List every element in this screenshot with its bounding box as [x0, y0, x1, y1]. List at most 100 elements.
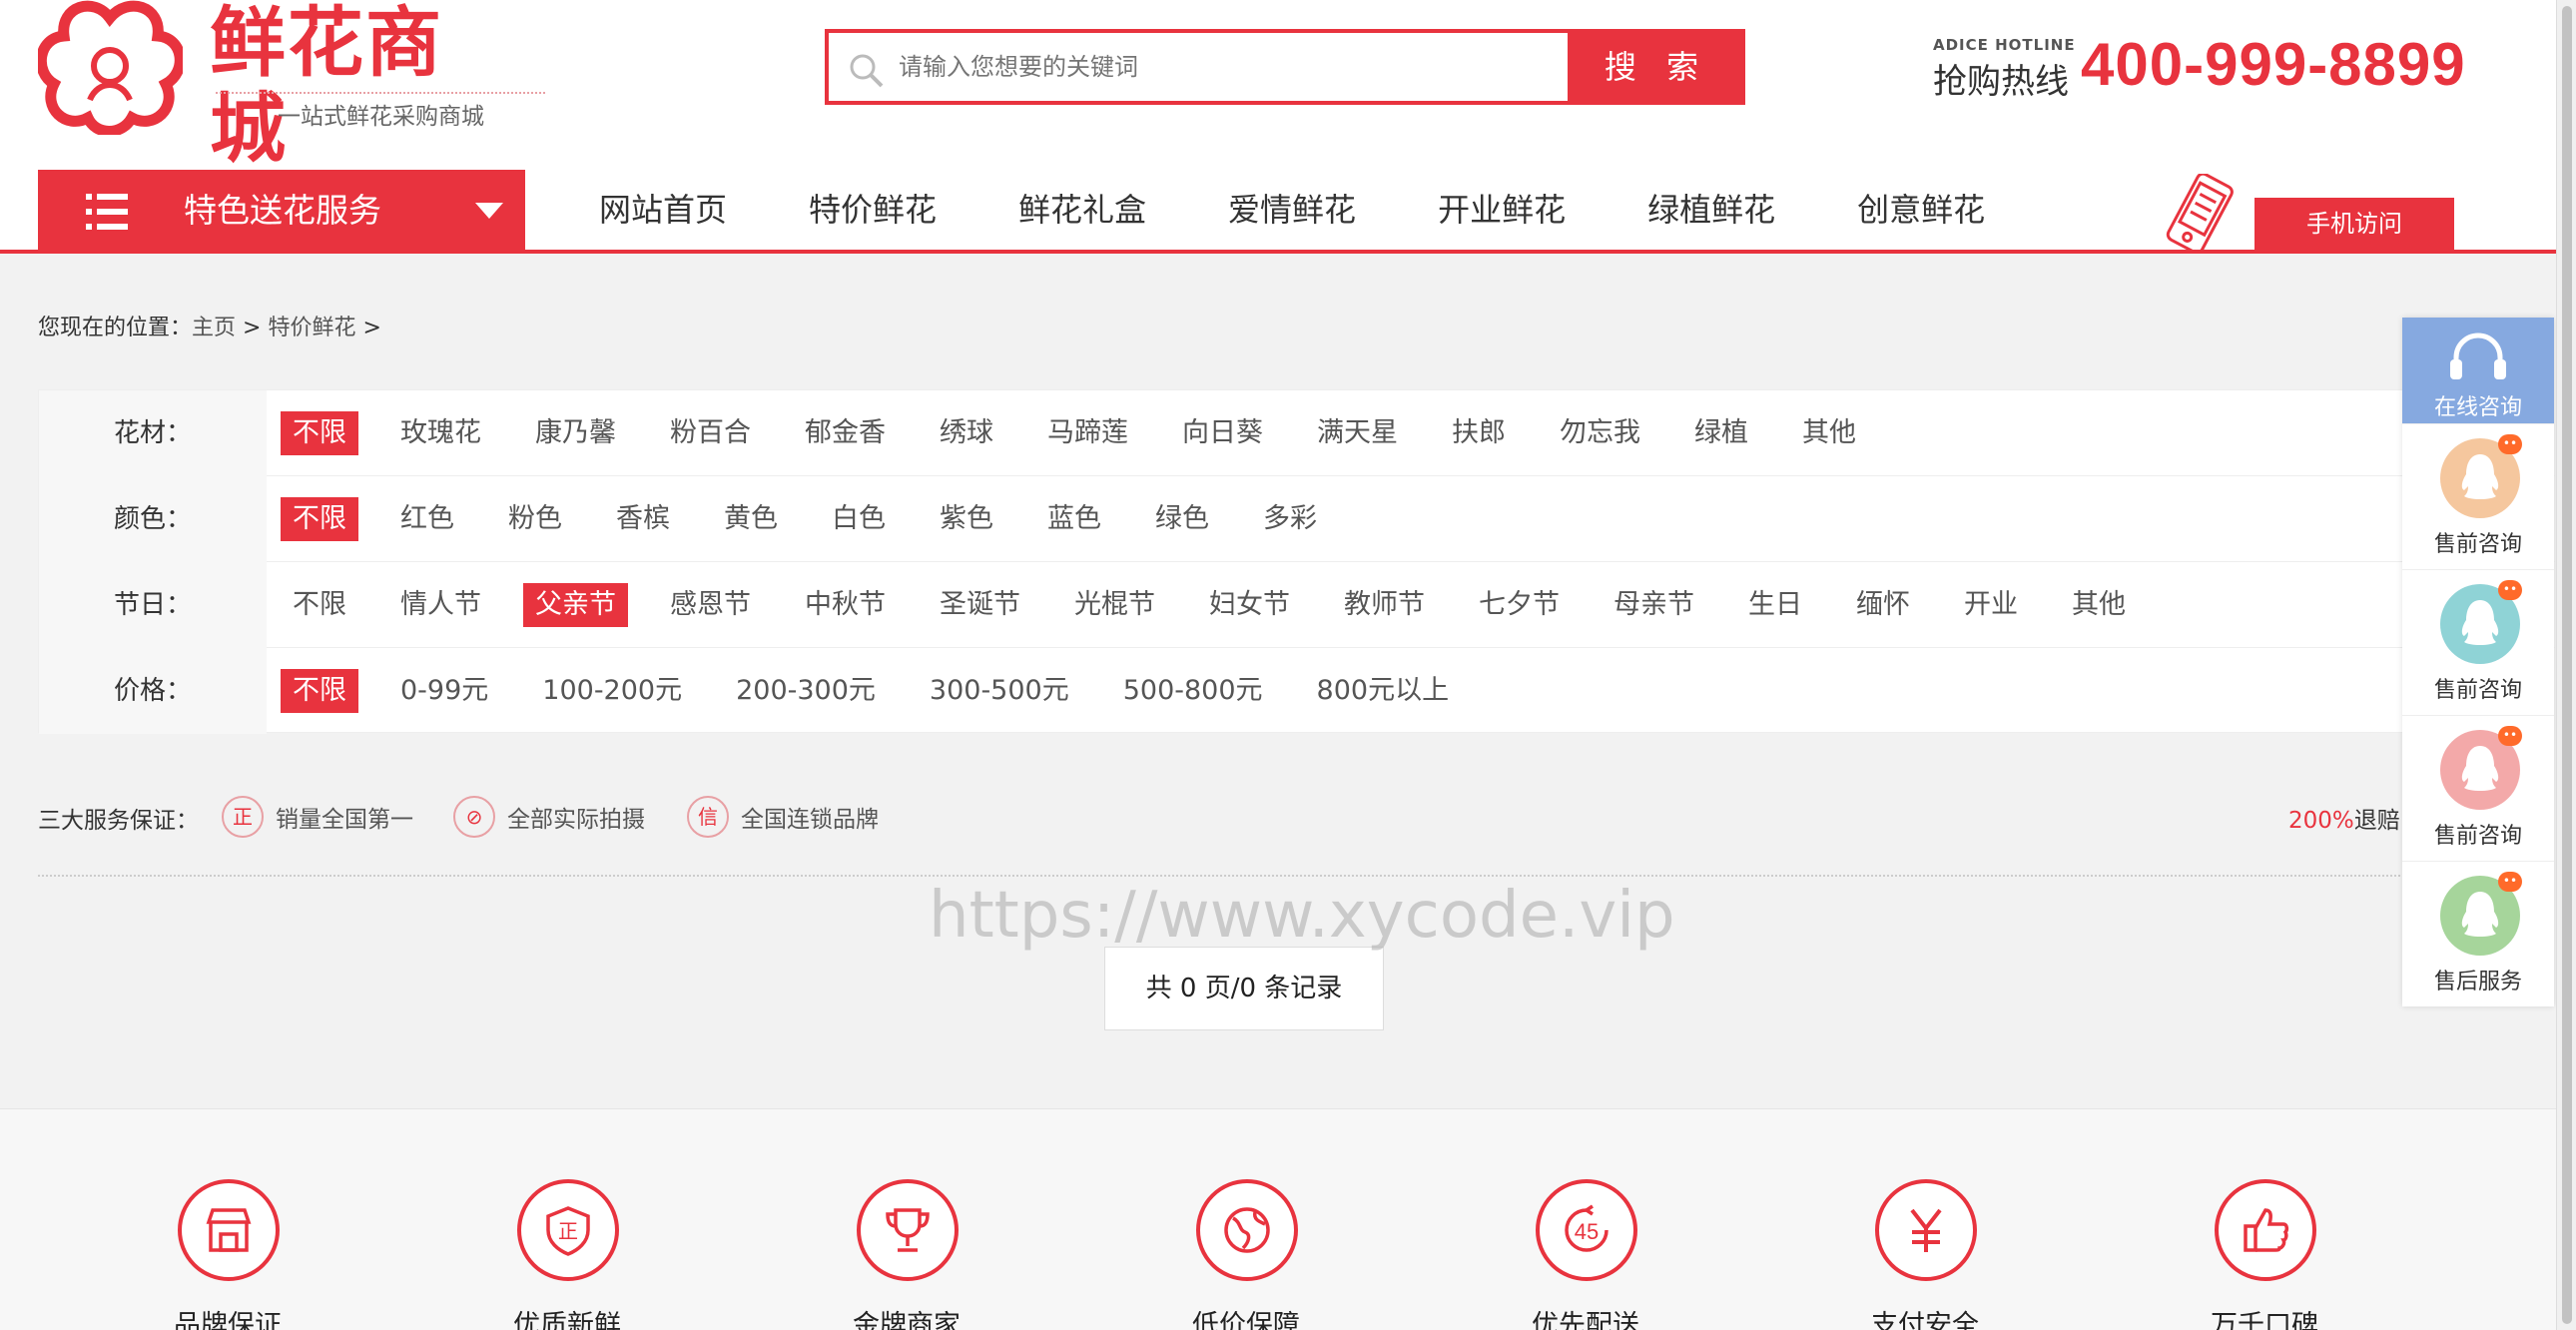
filter-option[interactable]: 0-99元: [388, 669, 500, 713]
search-button[interactable]: 搜 索: [1568, 29, 1745, 105]
filter-option[interactable]: 蓝色: [1035, 497, 1113, 541]
float-label: 售前咨询: [2433, 532, 2522, 557]
filter-option[interactable]: 白色: [820, 497, 898, 541]
filter-option[interactable]: 向日葵: [1170, 411, 1275, 455]
filter-option[interactable]: 不限: [281, 669, 358, 713]
feature-item: 正 优质新鲜: [467, 1179, 667, 1330]
chat-bubble-icon: ••: [2498, 434, 2522, 454]
presale-consult-button[interactable]: •• 售前咨询: [2402, 423, 2554, 569]
page-scrollbar[interactable]: [2556, 0, 2576, 1330]
filter-option[interactable]: 粉百合: [658, 411, 763, 455]
filter-option[interactable]: 黄色: [712, 497, 790, 541]
filter-option[interactable]: 马蹄莲: [1035, 411, 1140, 455]
filter-option[interactable]: 七夕节: [1467, 583, 1572, 627]
breadcrumb-current[interactable]: 特价鲜花: [268, 316, 355, 340]
filter-option[interactable]: 开业: [1952, 583, 2030, 627]
filter-option[interactable]: 圣诞节: [928, 583, 1032, 627]
category-menu-button[interactable]: 特色送花服务: [38, 170, 525, 252]
search-input[interactable]: [899, 33, 1598, 101]
nav-link-special[interactable]: 特价鲜花: [809, 170, 937, 250]
filter-option[interactable]: 香槟: [604, 497, 682, 541]
category-menu-label: 特色送花服务: [184, 191, 381, 230]
nav-link-opening[interactable]: 开业鲜花: [1438, 170, 1566, 250]
filter-option[interactable]: 生日: [1736, 583, 1814, 627]
nav-link-plants[interactable]: 绿植鲜花: [1647, 170, 1775, 250]
timer-45-icon: 45: [1536, 1179, 1637, 1281]
headset-icon: [2450, 332, 2506, 379]
nav-links: 网站首页 特价鲜花 鲜花礼盒 爱情鲜花 开业鲜花 绿植鲜花 创意鲜花: [599, 170, 2067, 250]
filter-option[interactable]: 绿色: [1143, 497, 1221, 541]
breadcrumb-prefix: 您现在的位置：: [38, 316, 193, 340]
scrollbar-thumb[interactable]: [2562, 6, 2572, 1324]
svg-text:正: 正: [558, 1219, 578, 1243]
filter-option[interactable]: 勿忘我: [1548, 411, 1652, 455]
breadcrumb-separator: >: [355, 316, 381, 340]
online-consult-button[interactable]: 在线咨询: [2402, 318, 2554, 423]
globe-icon: [1196, 1179, 1298, 1281]
presale-consult-button[interactable]: •• 售前咨询: [2402, 715, 2554, 861]
filter-option[interactable]: 红色: [388, 497, 466, 541]
filter-option[interactable]: 父亲节: [523, 583, 628, 627]
breadcrumb-home[interactable]: 主页: [192, 316, 236, 340]
filter-option[interactable]: 教师节: [1332, 583, 1437, 627]
filter-option[interactable]: 粉色: [496, 497, 574, 541]
breadcrumb-separator: >: [236, 316, 269, 340]
filter-option[interactable]: 满天星: [1305, 411, 1410, 455]
filter-option[interactable]: 800元以上: [1305, 669, 1462, 713]
filter-option[interactable]: 玫瑰花: [388, 411, 493, 455]
site-logo[interactable]: 鲜花商城 一站式鲜花采购商城: [38, 0, 545, 172]
filter-label: 价格：: [39, 648, 267, 734]
service-guarantees: 三大服务保证： 正 销量全国第一 ⊘ 全部实际拍摄 信 全国连锁品牌 200%退…: [38, 793, 2554, 843]
filter-option[interactable]: 绿植: [1682, 411, 1760, 455]
filter-option[interactable]: 不限: [281, 497, 358, 541]
filter-row-holiday: 节日： 不限 情人节 父亲节 感恩节 中秋节 圣诞节 光棍节 妇女节 教师节 七夕节 母亲节 生日 缅怀…: [39, 562, 2555, 648]
nav-link-giftbox[interactable]: 鲜花礼盒: [1018, 170, 1146, 250]
filter-option[interactable]: 康乃馨: [523, 411, 628, 455]
filter-option[interactable]: 光棍节: [1062, 583, 1167, 627]
nav-link-creative[interactable]: 创意鲜花: [1857, 170, 1985, 250]
filter-row-price: 价格： 不限 0-99元 100-200元 200-300元 300-500元 500-8…: [39, 648, 2555, 734]
filter-option[interactable]: 妇女节: [1197, 583, 1302, 627]
breadcrumb: 您现在的位置：主页 > 特价鲜花 >: [38, 314, 381, 343]
presale-consult-button[interactable]: •• 售前咨询: [2402, 569, 2554, 715]
feature-label: 支付安全: [1871, 1310, 1979, 1330]
aftersale-service-button[interactable]: •• 售后服务: [2402, 861, 2554, 1006]
trust-badge-icon: 信: [687, 796, 729, 838]
filter-option[interactable]: 其他: [1790, 411, 1868, 455]
filter-option[interactable]: 其他: [2060, 583, 2138, 627]
filter-option[interactable]: 中秋节: [793, 583, 898, 627]
float-label: 售后服务: [2433, 970, 2522, 995]
chat-bubble-icon: ••: [2498, 872, 2522, 892]
filter-option[interactable]: 100-200元: [530, 669, 694, 713]
filter-option[interactable]: 感恩节: [658, 583, 763, 627]
filter-option[interactable]: 500-800元: [1111, 669, 1275, 713]
filter-options: 不限 0-99元 100-200元 200-300元 300-500元 500-800元 8…: [281, 648, 1491, 734]
filter-option[interactable]: 200-300元: [724, 669, 888, 713]
filter-option[interactable]: 300-500元: [918, 669, 1081, 713]
online-consult-label: 在线咨询: [2433, 395, 2522, 420]
filter-option[interactable]: 母亲节: [1602, 583, 1706, 627]
filter-option[interactable]: 缅怀: [1844, 583, 1922, 627]
yen-icon: [1875, 1179, 1977, 1281]
nav-link-home[interactable]: 网站首页: [599, 170, 727, 250]
filter-option[interactable]: 紫色: [928, 497, 1005, 541]
mobile-access-button[interactable]: 手机访问: [2254, 198, 2454, 250]
filter-option[interactable]: 不限: [281, 411, 358, 455]
logo-subtitle: 一站式鲜花采购商城: [278, 104, 484, 130]
svg-text:45: 45: [1575, 1219, 1599, 1244]
feature-item: 支付安全: [1825, 1179, 2025, 1330]
filter-label: 颜色：: [39, 476, 267, 562]
filter-option[interactable]: 郁金香: [793, 411, 898, 455]
filter-option[interactable]: 不限: [281, 583, 358, 627]
filter-option[interactable]: 绣球: [928, 411, 1005, 455]
filter-option[interactable]: 多彩: [1251, 497, 1329, 541]
nav-link-love[interactable]: 爱情鲜花: [1228, 170, 1356, 250]
service-label: 全部实际拍摄: [507, 807, 645, 833]
filter-options: 不限 红色 粉色 香槟 黄色 白色 紫色 蓝色 绿色 多彩: [281, 476, 1359, 562]
feature-label: 优先配送: [1532, 1310, 1639, 1330]
feature-item: 45 优先配送: [1486, 1179, 1685, 1330]
filter-option[interactable]: 情人节: [388, 583, 493, 627]
filter-options: 不限 情人节 父亲节 感恩节 中秋节 圣诞节 光棍节 妇女节 教师节 七夕节 母亲节 生日 缅怀 开业 其他: [281, 562, 2168, 648]
filter-option[interactable]: 扶郎: [1440, 411, 1518, 455]
feature-item: 金牌商家: [807, 1179, 1006, 1330]
